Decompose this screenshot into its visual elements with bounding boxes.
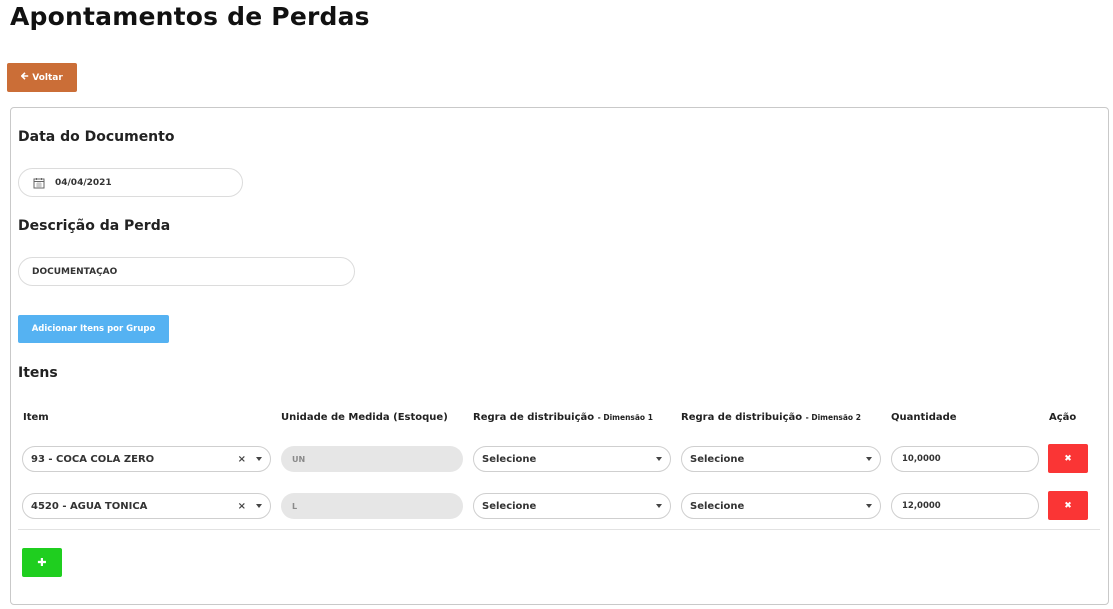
- close-icon: ✖: [1064, 500, 1072, 511]
- rule-1-select-value: Selecione: [482, 500, 537, 512]
- description-field[interactable]: [18, 257, 355, 286]
- delete-row-button[interactable]: ✖: [1048, 491, 1088, 520]
- chevron-down-icon: [656, 504, 662, 508]
- header-rule-2-dimension: - Dimensão 2: [805, 413, 861, 422]
- plus-icon: ✚: [37, 556, 47, 569]
- unit-field: L: [281, 493, 463, 519]
- document-date-title: Data do Documento: [18, 129, 175, 145]
- rule-dimension-2-select[interactable]: Selecione: [681, 493, 881, 519]
- add-items-by-group-button[interactable]: Adicionar Itens por Grupo: [18, 315, 169, 343]
- form-card: Data do Documento Descrição da Perda Adi…: [10, 107, 1109, 605]
- rule-2-select-value: Selecione: [690, 500, 745, 512]
- header-rule-dimension-1: Regra de distribuição - Dimensão 1: [473, 412, 653, 423]
- arrow-left-icon: [20, 72, 29, 83]
- item-select[interactable]: 4520 - AGUA TONICA ×: [22, 493, 271, 519]
- description-input[interactable]: [32, 266, 354, 277]
- page-title: Apontamentos de Perdas: [10, 2, 370, 31]
- chevron-down-icon: [256, 457, 262, 461]
- rule-2-select-value: Selecione: [690, 453, 745, 465]
- document-date-field[interactable]: [18, 168, 243, 197]
- unit-field: UN: [281, 446, 463, 472]
- header-item: Item: [23, 412, 49, 423]
- header-rule-1-dimension: - Dimensão 1: [597, 413, 653, 422]
- header-rule-dimension-2: Regra de distribuição - Dimensão 2: [681, 412, 861, 423]
- rule-dimension-1-select[interactable]: Selecione: [473, 493, 671, 519]
- clear-icon[interactable]: ×: [238, 501, 246, 512]
- quantity-field[interactable]: [891, 446, 1039, 472]
- chevron-down-icon: [866, 504, 872, 508]
- quantity-input[interactable]: [902, 501, 1038, 511]
- back-button[interactable]: Voltar: [7, 63, 77, 92]
- item-select[interactable]: 93 - COCA COLA ZERO ×: [22, 446, 271, 472]
- add-row-button[interactable]: ✚: [22, 548, 62, 577]
- header-unit: Unidade de Medida (Estoque): [281, 412, 448, 423]
- document-date-input[interactable]: [55, 177, 242, 188]
- header-rule-2-label: Regra de distribuição: [681, 412, 803, 423]
- description-title: Descrição da Perda: [18, 218, 171, 234]
- quantity-input[interactable]: [902, 454, 1038, 464]
- close-icon: ✖: [1064, 453, 1072, 464]
- rule-1-select-value: Selecione: [482, 453, 537, 465]
- divider: [18, 529, 1100, 530]
- item-select-value: 93 - COCA COLA ZERO: [31, 453, 155, 465]
- chevron-down-icon: [866, 457, 872, 461]
- item-select-value: 4520 - AGUA TONICA: [31, 500, 148, 512]
- clear-icon[interactable]: ×: [238, 454, 246, 465]
- rule-dimension-1-select[interactable]: Selecione: [473, 446, 671, 472]
- items-title: Itens: [18, 365, 58, 381]
- header-rule-1-label: Regra de distribuição: [473, 412, 595, 423]
- rule-dimension-2-select[interactable]: Selecione: [681, 446, 881, 472]
- quantity-field[interactable]: [891, 493, 1039, 519]
- chevron-down-icon: [656, 457, 662, 461]
- delete-row-button[interactable]: ✖: [1048, 444, 1088, 473]
- back-button-label: Voltar: [32, 72, 63, 83]
- calendar-icon: [33, 177, 45, 189]
- header-quantity: Quantidade: [891, 412, 957, 423]
- chevron-down-icon: [256, 504, 262, 508]
- header-action: Ação: [1049, 412, 1077, 423]
